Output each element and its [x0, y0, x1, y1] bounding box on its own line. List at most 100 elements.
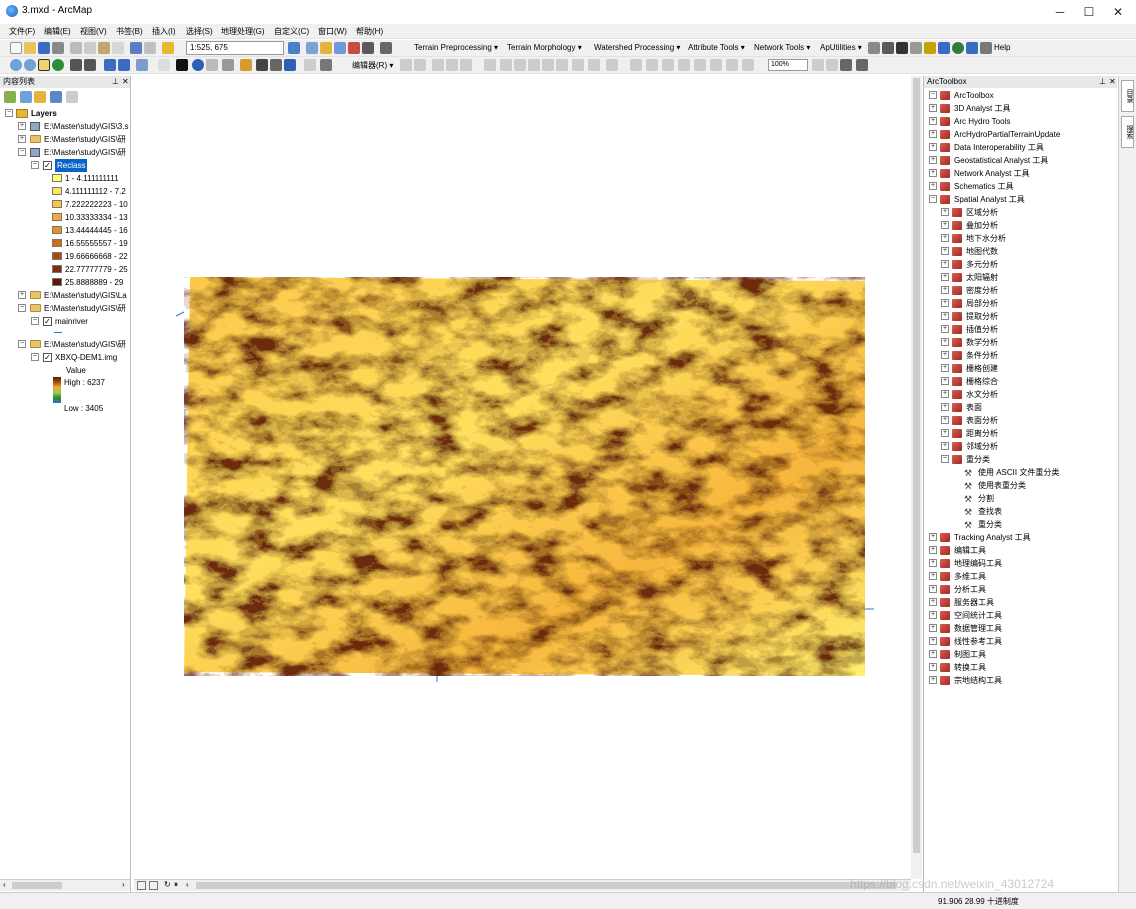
expand-icon[interactable]: + — [941, 208, 949, 216]
change-layout-icon[interactable] — [812, 59, 824, 71]
collapse-icon[interactable]: − — [929, 91, 937, 99]
expand-icon[interactable]: + — [929, 169, 937, 177]
expand-icon[interactable]: + — [18, 291, 26, 299]
expand-icon[interactable]: + — [941, 351, 949, 359]
expand-icon[interactable]: + — [18, 135, 26, 143]
select-features-icon[interactable] — [136, 59, 148, 71]
binoculars-icon[interactable] — [840, 59, 852, 71]
expand-icon[interactable]: + — [941, 286, 949, 294]
toggle-draft-icon[interactable] — [726, 59, 738, 71]
data-view-icon[interactable] — [137, 881, 146, 890]
rotate-icon[interactable] — [500, 59, 512, 71]
class-color-swatch[interactable] — [52, 200, 62, 208]
expand-icon[interactable]: + — [929, 598, 937, 606]
table-of-contents-icon[interactable] — [306, 42, 318, 54]
back-extent-icon[interactable] — [104, 59, 116, 71]
focus-frame-icon[interactable] — [742, 59, 754, 71]
point-icon[interactable] — [460, 59, 472, 71]
expand-icon[interactable]: + — [929, 533, 937, 541]
collapse-icon[interactable]: − — [31, 353, 39, 361]
arctoolbox-icon[interactable] — [348, 42, 360, 54]
menu-file[interactable]: 文件(F) — [9, 26, 35, 37]
find-route-icon[interactable] — [270, 59, 282, 71]
collapse-icon[interactable]: − — [5, 109, 13, 117]
go-to-xy-icon[interactable] — [284, 59, 296, 71]
map-vscrollbar[interactable] — [911, 76, 922, 879]
expand-icon[interactable]: + — [941, 416, 949, 424]
attributes-icon[interactable] — [514, 59, 526, 71]
pause-drawing-icon[interactable]: ⏸ — [174, 880, 178, 890]
collapse-icon[interactable]: − — [941, 455, 949, 463]
aputilities-menu[interactable]: ApUtilities ▾ — [820, 43, 862, 52]
add-data-icon[interactable] — [162, 42, 174, 54]
toc-options-icon[interactable] — [66, 91, 78, 103]
help-menu[interactable]: Help — [994, 43, 1010, 52]
menu-view[interactable]: 视图(V) — [80, 26, 107, 37]
full-extent-icon[interactable] — [52, 59, 64, 71]
class-color-swatch[interactable] — [52, 252, 62, 260]
toolbox-pin-icon[interactable]: ⊥ — [1099, 76, 1106, 88]
sketch-properties-icon[interactable] — [528, 59, 540, 71]
layer-visibility-checkbox[interactable]: ✓ — [43, 161, 52, 170]
expand-icon[interactable]: + — [929, 156, 937, 164]
expand-icon[interactable]: + — [941, 325, 949, 333]
split-tool-icon[interactable] — [484, 59, 496, 71]
menu-geoprocessing[interactable]: 地理处理(G) — [221, 26, 265, 37]
expand-icon[interactable]: + — [941, 390, 949, 398]
menu-selection[interactable]: 选择(S) — [186, 26, 213, 37]
collapse-icon[interactable]: − — [929, 195, 937, 203]
pen-icon[interactable] — [980, 42, 992, 54]
batch-point-icon[interactable] — [896, 42, 908, 54]
collapse-icon[interactable]: − — [31, 161, 39, 169]
expand-icon[interactable]: + — [929, 585, 937, 593]
save-icon[interactable] — [38, 42, 50, 54]
expand-icon[interactable]: + — [929, 650, 937, 658]
network-tools-menu[interactable]: Network Tools ▾ — [754, 43, 810, 52]
snap-icon[interactable] — [556, 59, 568, 71]
open-icon[interactable] — [24, 42, 36, 54]
expand-icon[interactable]: + — [941, 429, 949, 437]
georef-icon[interactable] — [588, 59, 600, 71]
map-hscrollbar[interactable]: ↻ ⏸ ‹ — [134, 879, 911, 891]
new-document-icon[interactable] — [10, 42, 22, 54]
expand-icon[interactable]: + — [941, 234, 949, 242]
layout-zoom-input[interactable]: 100% — [768, 59, 808, 71]
flow-trace-icon[interactable] — [868, 42, 880, 54]
identify-icon[interactable] — [192, 59, 204, 71]
map-view[interactable] — [134, 76, 911, 879]
modelbuilder-icon[interactable] — [380, 42, 392, 54]
zoom-out-icon[interactable] — [24, 59, 36, 71]
class-color-swatch[interactable] — [52, 187, 62, 195]
layer-visibility-checkbox[interactable]: ✓ — [43, 317, 52, 326]
expand-icon[interactable]: + — [18, 122, 26, 130]
forward-extent-icon[interactable] — [118, 59, 130, 71]
menu-insert[interactable]: 插入(I) — [152, 26, 176, 37]
expand-icon[interactable]: + — [941, 338, 949, 346]
class-color-swatch[interactable] — [52, 226, 62, 234]
collapse-icon[interactable]: − — [18, 148, 26, 156]
redo-icon[interactable] — [144, 42, 156, 54]
expand-icon[interactable]: + — [929, 624, 937, 632]
expand-icon[interactable]: + — [941, 247, 949, 255]
maximize-button[interactable]: ☐ — [1075, 2, 1103, 22]
expand-icon[interactable]: + — [929, 559, 937, 567]
expand-icon[interactable]: + — [941, 377, 949, 385]
layout-back-icon[interactable] — [694, 59, 706, 71]
expand-icon[interactable]: + — [941, 260, 949, 268]
reclass-raster[interactable] — [184, 277, 865, 676]
search-tab[interactable]: 搜索 — [1121, 116, 1134, 148]
viewer-window-icon[interactable] — [320, 59, 332, 71]
fixed-zoom-out-icon[interactable] — [84, 59, 96, 71]
scroll-left-icon[interactable]: ‹ — [186, 880, 189, 889]
menu-bookmarks[interactable]: 书签(B) — [116, 26, 143, 37]
toc-pin-icon[interactable]: ⊥ — [112, 76, 119, 88]
class-color-swatch[interactable] — [52, 213, 62, 221]
layout-zoom-out-icon[interactable] — [630, 59, 642, 71]
expand-icon[interactable]: + — [929, 637, 937, 645]
flag-icon[interactable] — [966, 42, 978, 54]
print-icon[interactable] — [52, 42, 64, 54]
expand-icon[interactable]: + — [929, 182, 937, 190]
layout-view-icon[interactable] — [149, 881, 158, 890]
terrain-morphology-menu[interactable]: Terrain Morphology ▾ — [507, 43, 582, 52]
expand-icon[interactable]: + — [929, 104, 937, 112]
